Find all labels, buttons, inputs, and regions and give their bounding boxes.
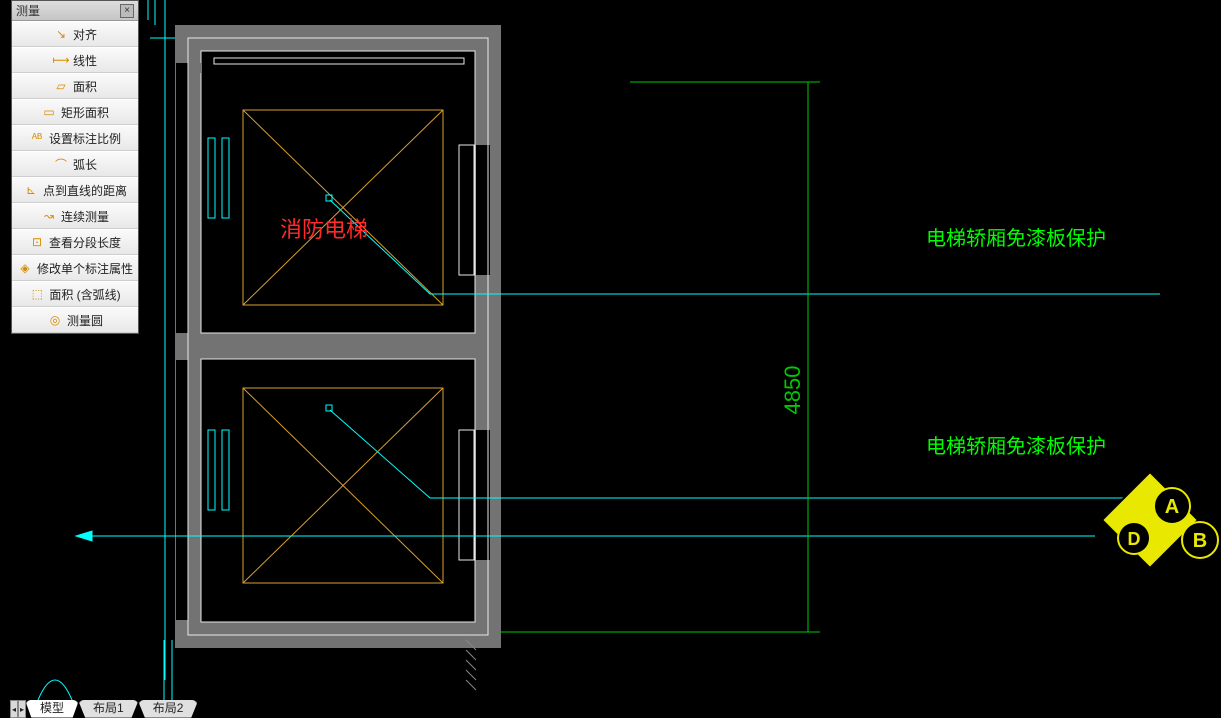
measure-label: 连续测量 <box>61 208 109 225</box>
measure-area[interactable]: ▱ 面积 <box>12 73 138 99</box>
elevator-cabin-1 <box>243 110 443 305</box>
measure-label: 线性 <box>73 52 97 69</box>
edit-dim-icon: ◈ <box>17 260 33 276</box>
measure-point-line[interactable]: ⊾ 点到直线的距离 <box>12 177 138 203</box>
palette-title: 测量 <box>16 2 40 19</box>
measure-continuous[interactable]: ↝ 连续测量 <box>12 203 138 229</box>
measure-label: 面积 <box>73 78 97 95</box>
measure-linear[interactable]: ⟼ 线性 <box>12 47 138 73</box>
tab-nav-next[interactable]: ▸ <box>18 700 26 718</box>
measure-segment-length[interactable]: ⊡ 查看分段长度 <box>12 229 138 255</box>
dimension-value: 4850 <box>780 366 805 415</box>
tab-label: 布局2 <box>153 700 184 717</box>
measure-scale[interactable]: ᴬᴮ 设置标注比例 <box>12 125 138 151</box>
cad-canvas[interactable]: 消防电梯 电梯轿厢免漆板保护 电梯轿厢免漆板保护 4850 A B D <box>0 0 1221 718</box>
tab-label: 模型 <box>40 700 64 717</box>
annotation-2: 电梯轿厢免漆板保护 <box>926 435 1106 458</box>
layout-tabs: ◂ ▸ 模型 布局1 布局2 <box>0 696 198 718</box>
measure-label: 修改单个标注属性 <box>37 260 133 277</box>
point-line-icon: ⊾ <box>23 182 39 198</box>
view-d: D <box>1128 529 1141 549</box>
rect-area-icon: ▭ <box>41 104 57 120</box>
measure-label: 设置标注比例 <box>49 130 121 147</box>
arc-length-icon: ⌒ <box>53 156 69 172</box>
measure-label: 点到直线的距离 <box>43 182 127 199</box>
measure-label: 矩形面积 <box>61 104 109 121</box>
measure-edit-dim[interactable]: ◈ 修改单个标注属性 <box>12 255 138 281</box>
tab-label: 布局1 <box>93 700 124 717</box>
measure-circle[interactable]: ◎ 测量圆 <box>12 307 138 333</box>
tab-model[interactable]: 模型 <box>25 700 79 718</box>
measure-label: 对齐 <box>73 26 97 43</box>
measure-label: 测量圆 <box>67 312 103 329</box>
annotation-1: 电梯轿厢免漆板保护 <box>926 227 1106 250</box>
palette-header[interactable]: 测量 × <box>12 1 138 21</box>
elevator-cabin-2 <box>243 388 443 583</box>
circle-measure-icon: ◎ <box>47 312 63 328</box>
measure-label: 面积 (含弧线) <box>49 286 120 303</box>
align-icon: ↘ <box>53 26 69 42</box>
measure-label: 弧长 <box>73 156 97 173</box>
fire-elevator-label: 消防电梯 <box>280 217 368 242</box>
measure-area-arc[interactable]: ⬚ 面积 (含弧线) <box>12 281 138 307</box>
area-arc-icon: ⬚ <box>29 286 45 302</box>
tab-layout1[interactable]: 布局1 <box>78 700 139 718</box>
view-a: A <box>1165 496 1179 518</box>
leader-lines <box>76 200 1160 541</box>
area-icon: ▱ <box>53 78 69 94</box>
tab-nav-prev[interactable]: ◂ <box>10 700 18 718</box>
door-leafs <box>208 138 229 510</box>
linear-icon: ⟼ <box>53 52 69 68</box>
tab-layout2[interactable]: 布局2 <box>138 700 199 718</box>
close-icon[interactable]: × <box>120 4 134 18</box>
measure-arc[interactable]: ⌒ 弧长 <box>12 151 138 177</box>
segment-length-icon: ⊡ <box>29 234 45 250</box>
measure-align[interactable]: ↘ 对齐 <box>12 21 138 47</box>
view-b: B <box>1193 530 1207 552</box>
measure-label: 查看分段长度 <box>49 234 121 251</box>
measure-palette[interactable]: 测量 × ↘ 对齐 ⟼ 线性 ▱ 面积 ▭ 矩形面积 ᴬᴮ 设置标注比例 ⌒ 弧… <box>11 0 139 334</box>
view-compass[interactable]: A B D <box>1102 472 1218 568</box>
continuous-icon: ↝ <box>41 208 57 224</box>
scale-icon: ᴬᴮ <box>29 130 45 146</box>
measure-rect-area[interactable]: ▭ 矩形面积 <box>12 99 138 125</box>
dimension-vertical <box>500 82 820 632</box>
